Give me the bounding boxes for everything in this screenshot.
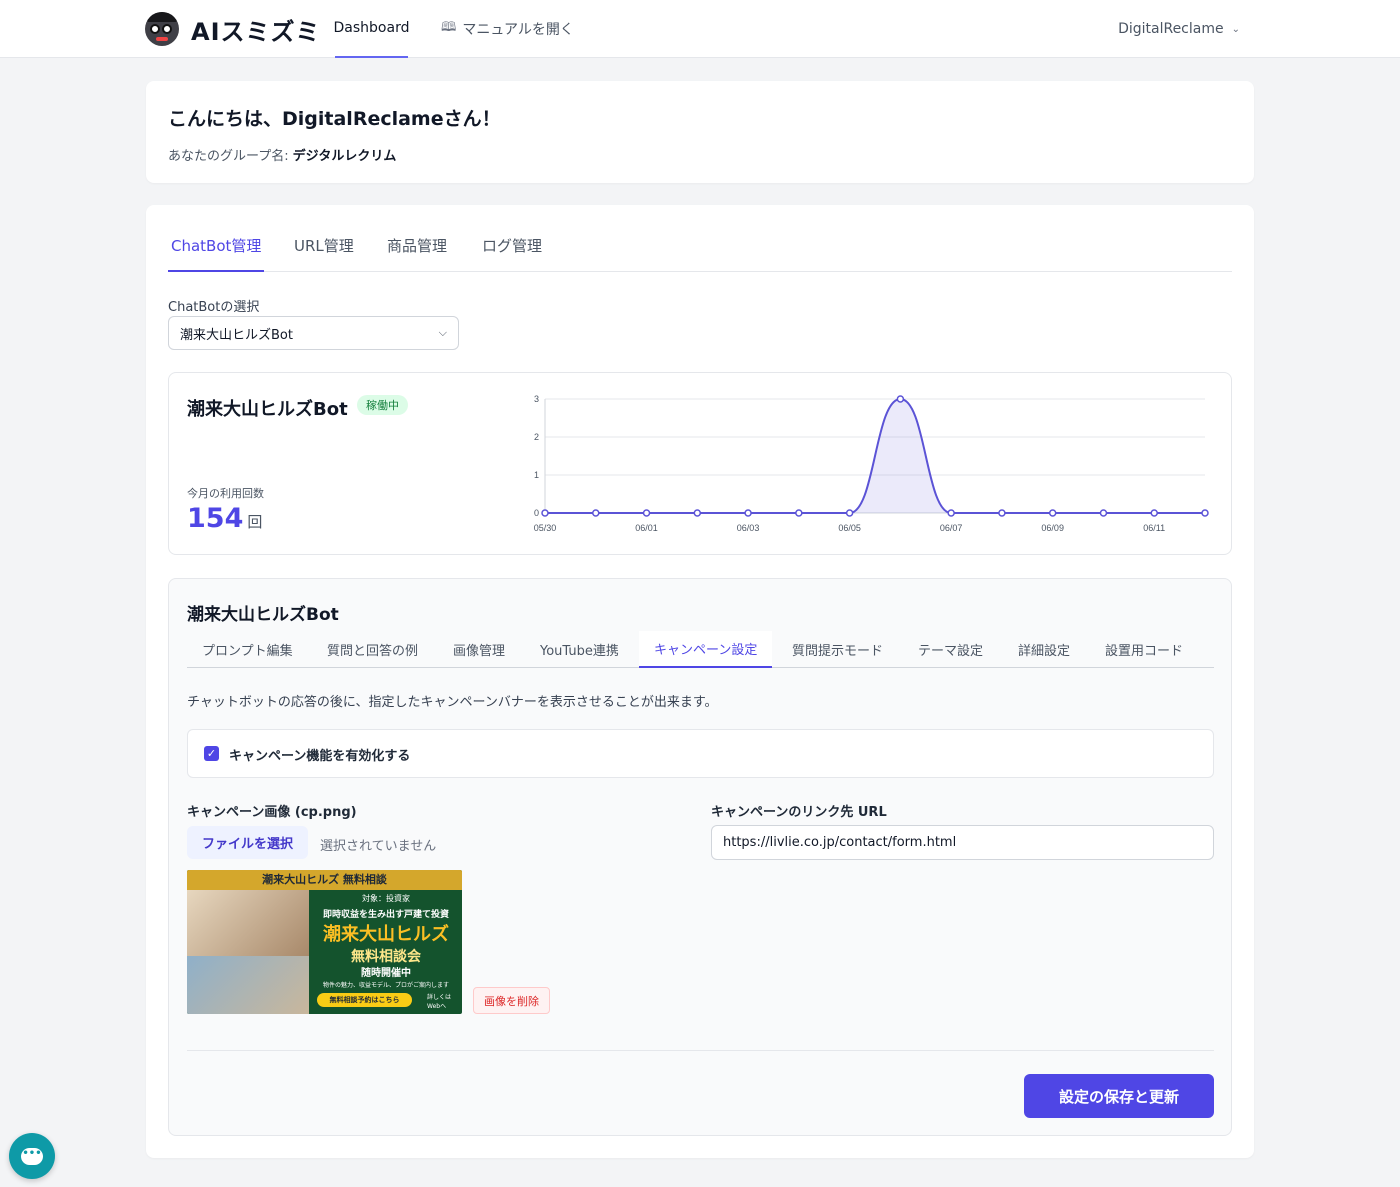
- chatbot-select[interactable]: 潮来大山ヒルズBot ⌵: [168, 316, 459, 350]
- chart-data-point: [947, 509, 955, 517]
- chevron-down-icon: ⌵: [438, 326, 447, 339]
- chart-data-point: [845, 509, 854, 517]
- main-tabs: ChatBot管理 URL管理 商品管理 ログ管理: [168, 227, 1232, 272]
- chart-x-tick-label: 05/30: [534, 523, 557, 533]
- banner-photo-interior: [187, 890, 309, 956]
- chatbot-select-value: 潮来大山ヒルズBot: [180, 327, 293, 343]
- tab-url[interactable]: URL管理: [291, 235, 357, 272]
- banner-line-1: 対象：投資家: [362, 894, 410, 903]
- tab-advanced[interactable]: 詳細設定: [1003, 631, 1085, 667]
- campaign-enable-row: ✓ キャンペーン機能を有効化する: [187, 729, 1214, 778]
- usage-value: 154: [187, 503, 244, 534]
- chart-data-point: [541, 509, 549, 517]
- settings-title: 潮来大山ヒルズBot: [187, 605, 339, 625]
- usage-unit: 回: [247, 513, 263, 531]
- user-name: DigitalReclame: [1118, 21, 1224, 37]
- tab-chatbot[interactable]: ChatBot管理: [168, 235, 265, 272]
- main-panel: ChatBot管理 URL管理 商品管理 ログ管理 ChatBotの選択 潮来大…: [146, 205, 1254, 1158]
- campaign-enable-checkbox[interactable]: ✓: [204, 746, 219, 761]
- chart-data-point: [896, 395, 905, 403]
- chart-data-point: [795, 509, 803, 517]
- chart-x-tick-label: 06/11: [1143, 523, 1165, 533]
- group-label: あなたのグループ名:: [168, 149, 289, 164]
- chart-x-tick-label: 06/05: [838, 523, 861, 533]
- tab-theme[interactable]: テーマ設定: [903, 631, 998, 667]
- chart-y-tick-label: 1: [534, 470, 539, 480]
- campaign-enable-label[interactable]: キャンペーン機能を有効化する: [229, 745, 410, 764]
- banner-line-5: 随時開催中: [361, 968, 411, 979]
- greeting-card: こんにちは、DigitalReclameさん！ あなたのグループ名: デジタルレク…: [146, 81, 1254, 183]
- chart-data-point: [1048, 509, 1057, 517]
- chart-data-point: [592, 509, 600, 517]
- delete-image-button[interactable]: 画像を削除: [473, 987, 550, 1014]
- tab-youtube[interactable]: YouTube連携: [525, 631, 634, 667]
- bot-name: 潮来大山ヒルズBot: [187, 399, 348, 420]
- chart-data-point: [1150, 509, 1158, 517]
- tab-embed-code[interactable]: 設置用コード: [1090, 631, 1198, 667]
- campaign-description: チャットボットの応答の後に、指定したキャンペーンバナーを表示させることが出来ます…: [187, 695, 718, 710]
- chart-x-tick-label: 06/01: [635, 523, 658, 533]
- app-logo[interactable]: AIスミズミ: [145, 11, 321, 47]
- tab-products[interactable]: 商品管理: [384, 235, 450, 272]
- nav-tab-manual-label: マニュアルを開く: [462, 22, 574, 38]
- tab-question-mode[interactable]: 質問提示モード: [777, 631, 898, 667]
- chart-data-point: [744, 509, 752, 517]
- mascot-logo-icon: [145, 12, 179, 46]
- bot-stats-card: 潮来大山ヒルズBot 稼働中 今月の利用回数 154 回 0 1 2 3 05/30 06/…: [168, 372, 1232, 555]
- chat-bubble-icon: •••: [21, 1147, 43, 1165]
- logo-text: AIスミズミ: [191, 17, 321, 46]
- chart-data-point: [1201, 509, 1209, 517]
- file-select-button[interactable]: ファイルを選択: [187, 826, 309, 859]
- banner-line-6: 物件の魅力、収益モデル、プロがご案内します: [322, 982, 449, 989]
- chart-x-tick-label: 06/07: [940, 523, 963, 533]
- chevron-down-icon: ⌄: [1231, 23, 1240, 35]
- chart-x-tick-label: 06/09: [1041, 523, 1064, 533]
- tab-logs[interactable]: ログ管理: [479, 235, 545, 272]
- banner-line-3: 潮来大山ヒルズ: [323, 924, 449, 945]
- nav-tab-dashboard-label: Dashboard: [333, 20, 410, 36]
- chart-y-tick-label: 3: [534, 394, 539, 404]
- chart-data-point: [998, 509, 1006, 517]
- banner-photo-exterior: [187, 956, 309, 1014]
- banner-line-4: 無料相談会: [351, 949, 421, 965]
- tab-image-management[interactable]: 画像管理: [438, 631, 520, 667]
- banner-cta: 無料相談予約はこちら: [317, 993, 412, 1007]
- divider: [187, 1050, 1214, 1051]
- chart-data-point: [1099, 509, 1108, 517]
- nav-tab-manual[interactable]: 🕮 マニュアルを開く: [441, 0, 574, 58]
- banner-heading: 潮来大山ヒルズ 無料相談: [187, 870, 462, 890]
- user-menu[interactable]: DigitalReclame ⌄: [1118, 0, 1240, 58]
- nav-tab-dashboard[interactable]: Dashboard: [333, 0, 410, 58]
- status-badge: 稼働中: [357, 395, 408, 415]
- chart-y-tick-label: 2: [534, 432, 539, 442]
- file-status: 選択されていません: [320, 839, 437, 854]
- greeting-title: こんにちは、DigitalReclameさん！: [168, 108, 501, 130]
- tab-prompt-edit[interactable]: プロンプト編集: [187, 631, 308, 667]
- usage-chart: 0 1 2 3 05/30 06/01 06/03 06/05 06/07 06/09 06/11: [534, 394, 1209, 533]
- campaign-link-value: https://livlie.co.jp/contact/form.html: [723, 835, 957, 850]
- campaign-link-label: キャンペーンのリンク先 URL: [711, 805, 887, 820]
- campaign-link-input[interactable]: https://livlie.co.jp/contact/form.html: [711, 825, 1214, 860]
- tab-qa-examples[interactable]: 質問と回答の例: [312, 631, 433, 667]
- bot-settings-card: 潮来大山ヒルズBot プロンプト編集 質問と回答の例 画像管理 YouTube連…: [168, 578, 1232, 1136]
- chart-data-point: [693, 509, 702, 517]
- book-icon: 🕮: [441, 20, 457, 35]
- top-navbar: AIスミズミ Dashboard 🕮 マニュアルを開く DigitalRecla…: [0, 0, 1400, 58]
- campaign-image-label: キャンペーン画像 (cp.png): [187, 805, 357, 820]
- chart-x-tick-label: 06/03: [737, 523, 760, 533]
- group-name: デジタルレクリム: [292, 149, 397, 164]
- chart-y-tick-label: 0: [534, 508, 539, 518]
- chat-widget-button[interactable]: •••: [9, 1133, 55, 1179]
- chatbot-select-label: ChatBotの選択: [168, 300, 260, 315]
- chart-data-point: [642, 509, 651, 517]
- settings-tabs: プロンプト編集 質問と回答の例 画像管理 YouTube連携 キャンペーン設定 …: [187, 631, 1214, 668]
- save-settings-button[interactable]: 設定の保存と更新: [1024, 1074, 1214, 1118]
- tab-campaign-settings[interactable]: キャンペーン設定: [639, 631, 773, 668]
- usage-count: 154 回: [187, 503, 262, 534]
- usage-label: 今月の利用回数: [187, 487, 264, 500]
- campaign-banner-preview: 潮来大山ヒルズ 無料相談 対象：投資家 即時収益を生み出す戸建て投資 潮来大山ヒ…: [187, 870, 462, 1014]
- banner-small-text: 詳しくはWebへ: [427, 994, 452, 1010]
- banner-line-2: 即時収益を生み出す戸建て投資: [322, 910, 449, 920]
- group-info: あなたのグループ名: デジタルレクリム: [168, 145, 396, 164]
